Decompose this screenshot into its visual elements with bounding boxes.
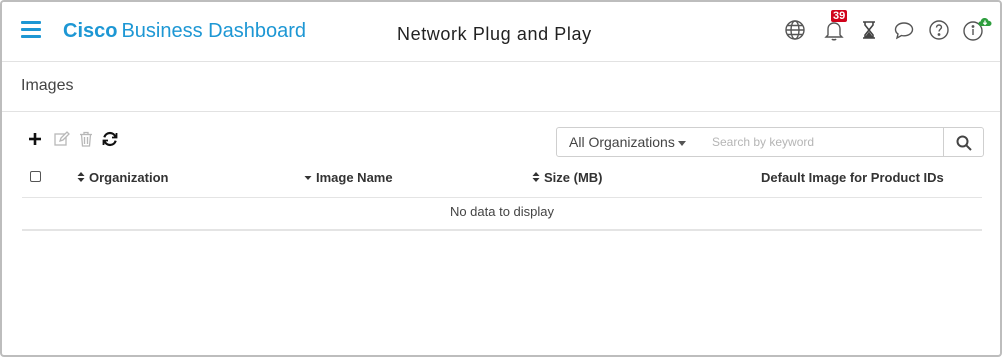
page-title: Network Plug and Play — [397, 24, 592, 44]
chat-icon[interactable] — [892, 18, 916, 44]
organization-filter[interactable]: All Organizations — [556, 127, 697, 157]
column-label-default-image: Default Image for Product IDs — [761, 170, 944, 185]
table-header: Organization Image Name Size (MB) Defaul… — [22, 160, 982, 198]
chevron-down-icon — [678, 141, 686, 146]
column-header-default-image[interactable]: Default Image for Product IDs — [761, 170, 944, 185]
refresh-icon[interactable] — [101, 130, 119, 148]
globe-icon[interactable] — [783, 18, 807, 44]
column-label-image-name: Image Name — [316, 170, 393, 185]
sort-icon — [77, 172, 85, 182]
delete-icon[interactable] — [77, 130, 95, 148]
section-title: Images — [21, 77, 74, 94]
cloud-download-icon — [978, 15, 992, 27]
sort-icon — [532, 172, 540, 182]
search-input[interactable] — [696, 127, 944, 157]
column-label-organization: Organization — [89, 170, 169, 185]
edit-icon[interactable] — [53, 130, 71, 148]
search-button[interactable] — [943, 127, 984, 157]
column-header-image-name[interactable]: Image Name — [304, 170, 393, 185]
section-header: Images — [2, 62, 1000, 112]
organization-filter-value: All Organizations — [569, 134, 675, 150]
search-icon — [956, 135, 972, 151]
brand-name: Cisco — [63, 20, 118, 42]
brand-product: Business Dashboard — [121, 20, 307, 42]
column-header-size[interactable]: Size (MB) — [532, 170, 603, 185]
add-icon[interactable] — [26, 130, 44, 148]
sort-descending-icon — [304, 176, 312, 180]
menu-icon[interactable] — [21, 21, 41, 38]
empty-table-message: No data to display — [449, 204, 555, 219]
hourglass-icon[interactable] — [857, 18, 881, 44]
app-brand[interactable]: Cisco Business Dashboard — [63, 20, 306, 43]
notification-badge: 39 — [831, 10, 848, 22]
column-label-size: Size (MB) — [544, 170, 603, 185]
table-body: No data to display — [22, 198, 982, 231]
help-icon[interactable] — [927, 18, 951, 44]
column-header-organization[interactable]: Organization — [77, 170, 168, 185]
select-all-checkbox[interactable] — [30, 171, 41, 182]
top-bar: Cisco Business Dashboard Network Plug and… — [2, 2, 1000, 62]
app-window: Cisco Business Dashboard Network Plug and… — [0, 0, 1002, 357]
